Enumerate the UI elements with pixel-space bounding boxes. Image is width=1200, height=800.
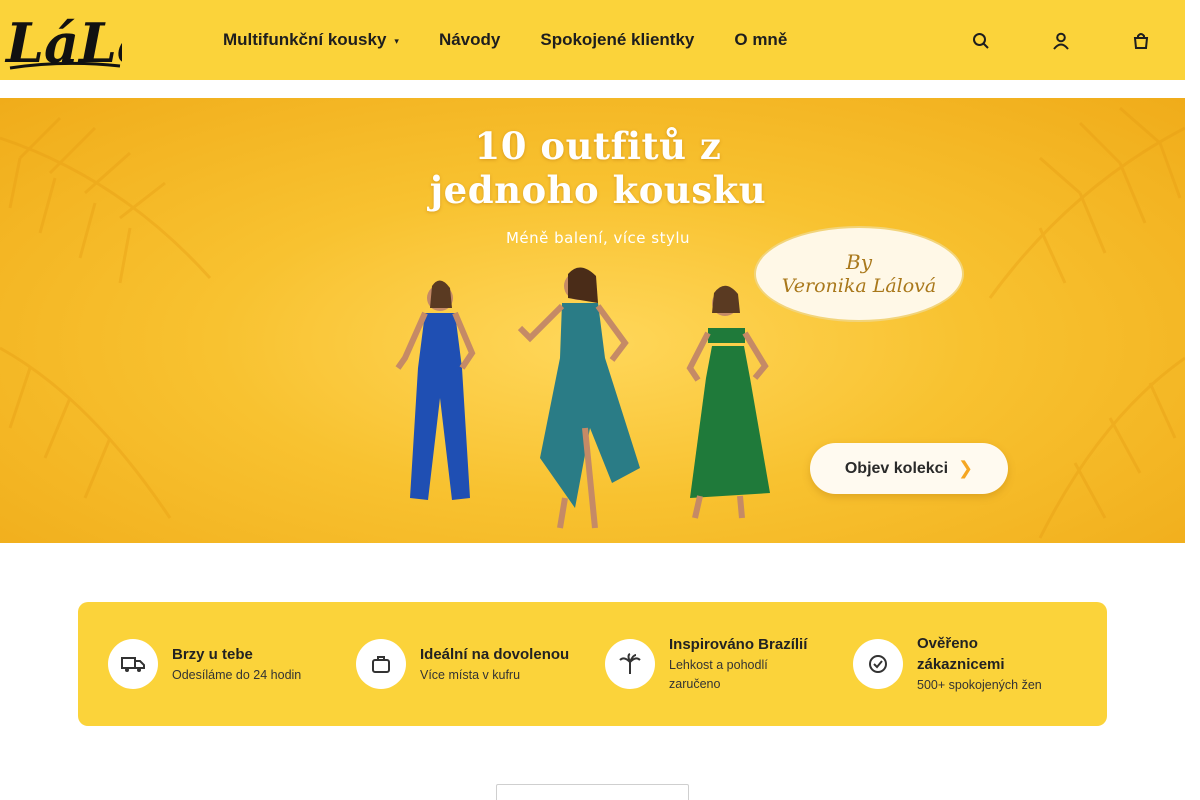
suitcase-icon	[356, 639, 406, 689]
main-nav: Multifunkční kousky ▾ Návody Spokojené k…	[223, 0, 827, 80]
nav-label: Spokojené klientky	[540, 30, 695, 49]
feature-item-vacation: Ideální na dovolenou Více místa v kufru	[356, 602, 569, 726]
hero-banner[interactable]: 10 outfitů z jednoho kousku Méně balení,…	[0, 98, 1185, 543]
model-blue-jumpsuit	[395, 280, 476, 500]
header-spacer	[0, 80, 1185, 98]
badge-line1: By	[846, 250, 872, 274]
nav-item-navody[interactable]: Návody	[439, 30, 500, 50]
truck-icon	[108, 639, 158, 689]
site-header: LáLa Multifunkční kousky ▾ Návody Spokoj…	[0, 0, 1185, 80]
feature-desc: Odesíláme do 24 hodin	[172, 667, 302, 682]
feature-desc: Více místa v kufru	[420, 667, 521, 682]
cart-icon[interactable]	[1130, 30, 1152, 52]
hero-title-line1: 10 outfitů z	[474, 124, 722, 168]
palm-icon	[605, 639, 655, 689]
features-bar: Brzy u tebe Odesíláme do 24 hodin Ideáln…	[78, 602, 1107, 726]
feature-title: Ověřeno zákaznicemi	[917, 635, 1005, 673]
hero-title-line2: jednoho kousku	[429, 168, 767, 212]
badge-check-icon	[853, 639, 903, 689]
feature-desc: Lehkost a pohodlí zaručeno	[669, 658, 768, 691]
nav-label: Multifunkční kousky	[223, 30, 387, 49]
feature-title: Ideální na dovolenou	[420, 645, 570, 663]
feature-item-delivery: Brzy u tebe Odesíláme do 24 hodin	[108, 602, 301, 726]
nav-item-o-mne[interactable]: O mně	[734, 30, 787, 50]
model-green-set	[686, 285, 770, 519]
nav-item-spokojene-klientky[interactable]: Spokojené klientky	[540, 30, 694, 50]
cta-label: Objev kolekci	[844, 459, 949, 477]
search-icon[interactable]	[970, 30, 992, 52]
chevron-down-icon: ▾	[394, 36, 399, 46]
model-teal-dress	[517, 267, 640, 529]
nav-item-multifunkcni-kousky[interactable]: Multifunkční kousky ▾	[223, 30, 399, 50]
feature-item-verified: Ověřeno zákaznicemi 500+ spokojených žen	[853, 602, 1042, 726]
nav-label: O mně	[734, 30, 788, 49]
site-logo[interactable]: LáLa	[4, 8, 152, 75]
user-icon[interactable]	[1050, 30, 1072, 52]
feature-desc: 500+ spokojených žen	[917, 678, 1042, 692]
hero-title: 10 outfitů z jednoho kousku	[0, 124, 1185, 212]
bottom-button[interactable]	[496, 784, 689, 800]
designer-badge: By Veronika Lálová	[754, 226, 964, 322]
nav-label: Návody	[438, 30, 501, 49]
badge-line2: Veronika Lálová	[781, 275, 937, 297]
logo-mark: LáLa	[4, 11, 152, 75]
hero-subtitle: Méně balení, více stylu	[505, 229, 691, 247]
feature-item-brazil: Inspirováno Brazílií Lehkost a pohodlí z…	[605, 602, 809, 726]
feature-title: Brzy u tebe	[172, 645, 253, 663]
explore-collection-button[interactable]: Objev kolekci ❯	[810, 443, 1008, 494]
feature-title: Inspirováno Brazílií	[669, 636, 808, 653]
chevron-right-icon: ❯	[958, 458, 974, 478]
